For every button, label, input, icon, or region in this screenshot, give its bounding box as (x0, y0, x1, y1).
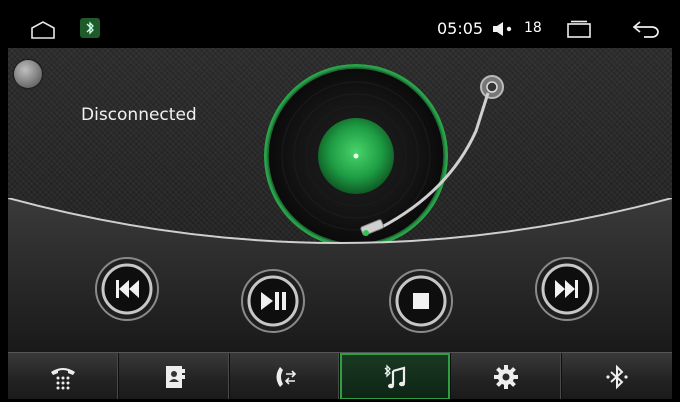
stop-button[interactable] (388, 268, 454, 334)
device-frame: 05:05 18 Disconnected (0, 0, 680, 402)
bluetooth-icon (80, 18, 100, 38)
bottom-nav (8, 352, 672, 399)
play-pause-icon (241, 269, 305, 333)
stop-icon (389, 269, 453, 333)
status-dot-icon (14, 60, 42, 88)
nav-call-log[interactable] (230, 353, 341, 399)
nav-settings[interactable] (451, 353, 563, 399)
nav-dialpad[interactable] (8, 353, 119, 399)
home-icon[interactable] (30, 21, 56, 39)
previous-button[interactable] (94, 256, 160, 322)
contacts-icon (165, 365, 185, 388)
volume-level: 18 (524, 20, 542, 36)
dialpad-icon (50, 367, 75, 389)
bluetooth-music-icon (384, 363, 406, 388)
connection-status: Disconnected (81, 105, 197, 125)
nav-music[interactable] (340, 353, 452, 399)
status-bar: 05:05 18 (8, 8, 672, 48)
bluetooth-icon (606, 364, 628, 389)
play-pause-button[interactable] (240, 268, 306, 334)
clock-time: 05:05 (437, 19, 484, 38)
nav-contacts[interactable] (119, 353, 230, 399)
back-icon[interactable] (632, 20, 660, 38)
nav-bluetooth[interactable] (562, 353, 672, 399)
skip-previous-icon (95, 257, 159, 321)
volume-icon[interactable] (492, 20, 514, 38)
next-button[interactable] (534, 256, 600, 322)
skip-next-icon (535, 257, 599, 321)
gear-icon (494, 364, 519, 389)
call-transfer-icon (276, 366, 296, 387)
recent-apps-icon[interactable] (567, 20, 591, 38)
screen: 05:05 18 Disconnected (8, 8, 672, 399)
